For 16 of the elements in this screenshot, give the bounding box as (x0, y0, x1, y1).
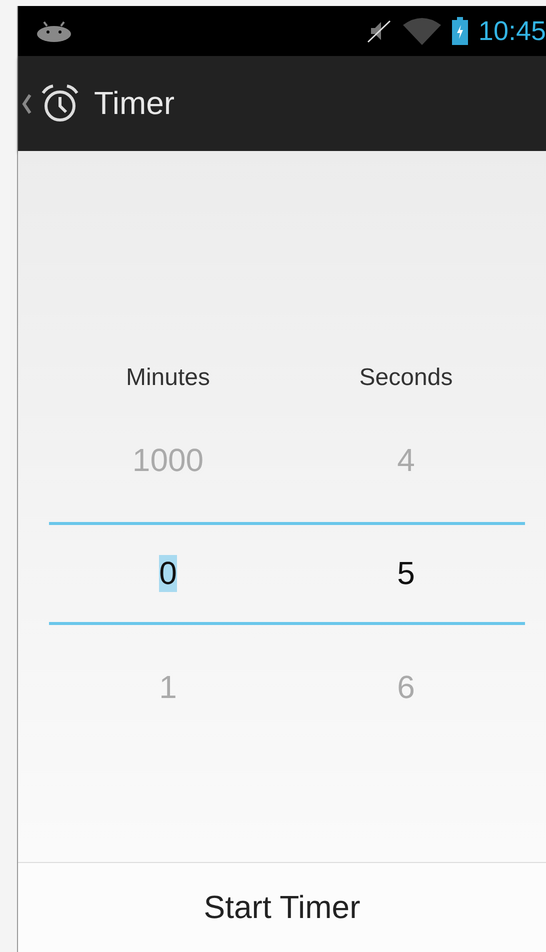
column-label: Seconds (359, 364, 453, 392)
picker-input[interactable]: 5 (397, 555, 415, 592)
chevron-left-icon (22, 94, 32, 114)
android-icon (36, 20, 72, 42)
battery-icon (452, 17, 468, 45)
picker-value[interactable]: 4 (397, 442, 415, 478)
screen-title: Timer (94, 85, 175, 122)
picker-value[interactable]: 1000 (132, 442, 204, 478)
clock-time: 10:45 (478, 16, 546, 46)
alarm-clock-icon (40, 84, 80, 124)
picker-value[interactable]: 6 (397, 668, 415, 706)
picker-value[interactable]: 1 (159, 668, 177, 706)
column-label: Minutes (126, 364, 210, 392)
picker-input[interactable]: 0 (159, 555, 177, 592)
wifi-icon (402, 17, 442, 45)
muted-speaker-icon (366, 18, 392, 44)
